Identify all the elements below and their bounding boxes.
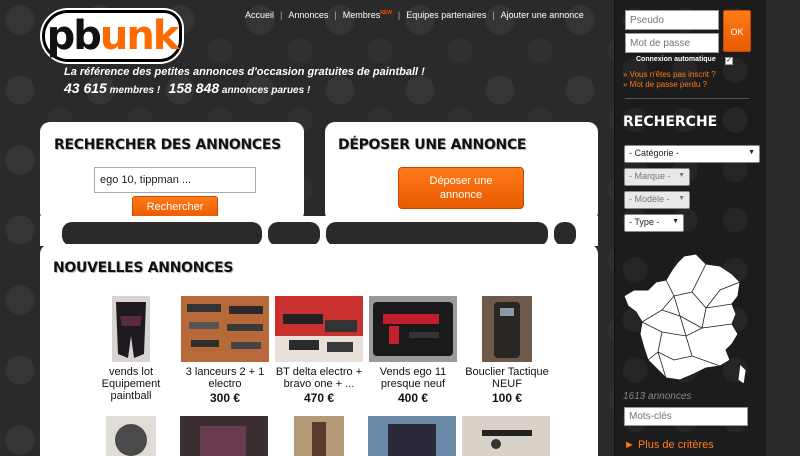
login-ok-button[interactable]: OK <box>723 10 751 52</box>
france-map[interactable] <box>622 252 750 395</box>
ad-item[interactable]: BT delta electro + bravo one + ... 470 € <box>274 296 364 405</box>
ad-item[interactable]: Bouclier Tactique NEUF 100 € <box>462 296 552 405</box>
lost-password-link[interactable]: » Mot de passe perdu ? <box>623 80 707 89</box>
ad-thumbnail-image <box>181 296 269 362</box>
france-map-icon <box>623 253 747 385</box>
post-ad-button-line1: Déposer une <box>429 175 493 187</box>
ad-title: Bouclier Tactique NEUF <box>465 366 549 390</box>
panel-gap <box>268 222 320 246</box>
top-navigation: Accueil | Annonces | MembresNEW | Equipe… <box>245 10 584 20</box>
chevron-down-icon: ▼ <box>748 149 755 156</box>
ad-thumbnail-image[interactable] <box>462 416 550 456</box>
nav-equipes[interactable]: Equipes partenaires <box>406 10 486 20</box>
ads-count: 158 848 <box>168 80 220 96</box>
ad-thumbnail-image <box>112 296 150 362</box>
nav-separator: | <box>397 10 401 20</box>
chevron-down-icon: ▼ <box>678 172 685 179</box>
site-logo[interactable]: pb unk <box>42 10 182 62</box>
type-select-value: - Type - <box>629 217 660 227</box>
ad-title: BT delta electro + bravo one + ... <box>275 366 363 390</box>
members-label: membres ! <box>109 85 161 96</box>
ad-thumbnail-image[interactable] <box>180 416 268 456</box>
panel-gap <box>62 222 262 246</box>
nav-accueil[interactable]: Accueil <box>245 10 274 20</box>
register-link[interactable]: » Vous n'êtes pas inscrit ? <box>623 70 716 79</box>
ad-title: vends lot Equipement paintball <box>101 366 161 402</box>
ads-label: annonces parues ! <box>221 85 311 96</box>
ad-title: 3 lanceurs 2 + 1 electro <box>185 366 265 390</box>
members-count: 43 615 <box>64 80 107 96</box>
ads-count-label: 1613 annonces <box>623 391 692 402</box>
ad-price: 100 € <box>491 391 523 405</box>
category-select-value: - Catégorie - <box>629 148 680 158</box>
model-select[interactable]: - Modèle - ▼ <box>624 191 690 209</box>
ad-price: 300 € <box>209 391 241 405</box>
auto-login-checkbox[interactable]: ✓ <box>725 57 733 65</box>
tagline: La référence des petites annonces d'occa… <box>64 66 425 78</box>
nav-separator: | <box>492 10 495 20</box>
post-ad-button-line2: annonce <box>439 189 483 201</box>
page-margin <box>766 0 800 456</box>
ad-price: 400 € <box>397 391 429 405</box>
chevron-down-icon: ▼ <box>672 218 679 225</box>
site-stats: 43 615 membres ! 158 848 annonces parues… <box>64 80 310 96</box>
ad-thumbnail-image <box>275 296 363 362</box>
panel-gap <box>554 222 576 246</box>
ad-item[interactable]: vends lot Equipement paintball <box>86 296 176 403</box>
ad-item[interactable]: 3 lanceurs 2 + 1 electro 300 € <box>180 296 270 405</box>
type-select[interactable]: - Type - ▼ <box>624 214 684 232</box>
post-ad-panel-title: DÉPOSER UNE ANNONCE <box>338 137 527 153</box>
ad-item[interactable]: Vends ego 11 presque neuf 400 € <box>368 296 458 405</box>
nav-ajouter[interactable]: Ajouter une annonce <box>501 10 584 20</box>
search-panel-title: RECHERCHER DES ANNONCES <box>54 137 281 153</box>
new-ads-title: NOUVELLES ANNONCES <box>53 260 234 276</box>
username-field[interactable] <box>625 10 719 30</box>
ad-thumbnail-image[interactable] <box>106 416 156 456</box>
logo-text-dark: pb <box>46 13 102 59</box>
ad-thumbnail-image[interactable] <box>294 416 344 456</box>
model-select-value: - Modèle - <box>629 194 670 204</box>
nav-separator: | <box>280 10 283 20</box>
logo-text-accent: unk <box>99 13 180 59</box>
nav-membres[interactable]: MembresNEW <box>343 10 392 20</box>
keywords-input[interactable] <box>624 407 748 426</box>
brand-select-value: - Marque - <box>629 171 671 181</box>
ad-price: 470 € <box>303 391 335 405</box>
ad-title: Vends ego 11 presque neuf <box>379 366 447 390</box>
sidebar-search-title: RECHERCHE <box>623 114 718 130</box>
nav-annonces[interactable]: Annonces <box>288 10 328 20</box>
nav-membres-label: Membres <box>342 10 381 20</box>
password-field[interactable] <box>625 33 719 53</box>
panel-gap <box>326 222 548 246</box>
nav-separator: | <box>334 10 337 20</box>
new-badge: NEW <box>380 10 392 16</box>
brand-select[interactable]: - Marque - ▼ <box>624 168 690 186</box>
search-input[interactable] <box>94 167 256 193</box>
ad-thumbnail-image[interactable] <box>368 416 456 456</box>
chevron-down-icon: ▼ <box>678 195 685 202</box>
ad-thumbnail-image <box>482 296 532 362</box>
sidebar-divider <box>625 98 749 99</box>
more-criteria-link[interactable]: ► Plus de critères <box>624 439 714 451</box>
ad-thumbnail-image <box>369 296 457 362</box>
category-select[interactable]: - Catégorie - ▼ <box>624 145 760 163</box>
post-ad-button[interactable]: Déposer une annonce <box>398 167 524 209</box>
auto-login-label: Connexion automatique <box>636 56 716 63</box>
